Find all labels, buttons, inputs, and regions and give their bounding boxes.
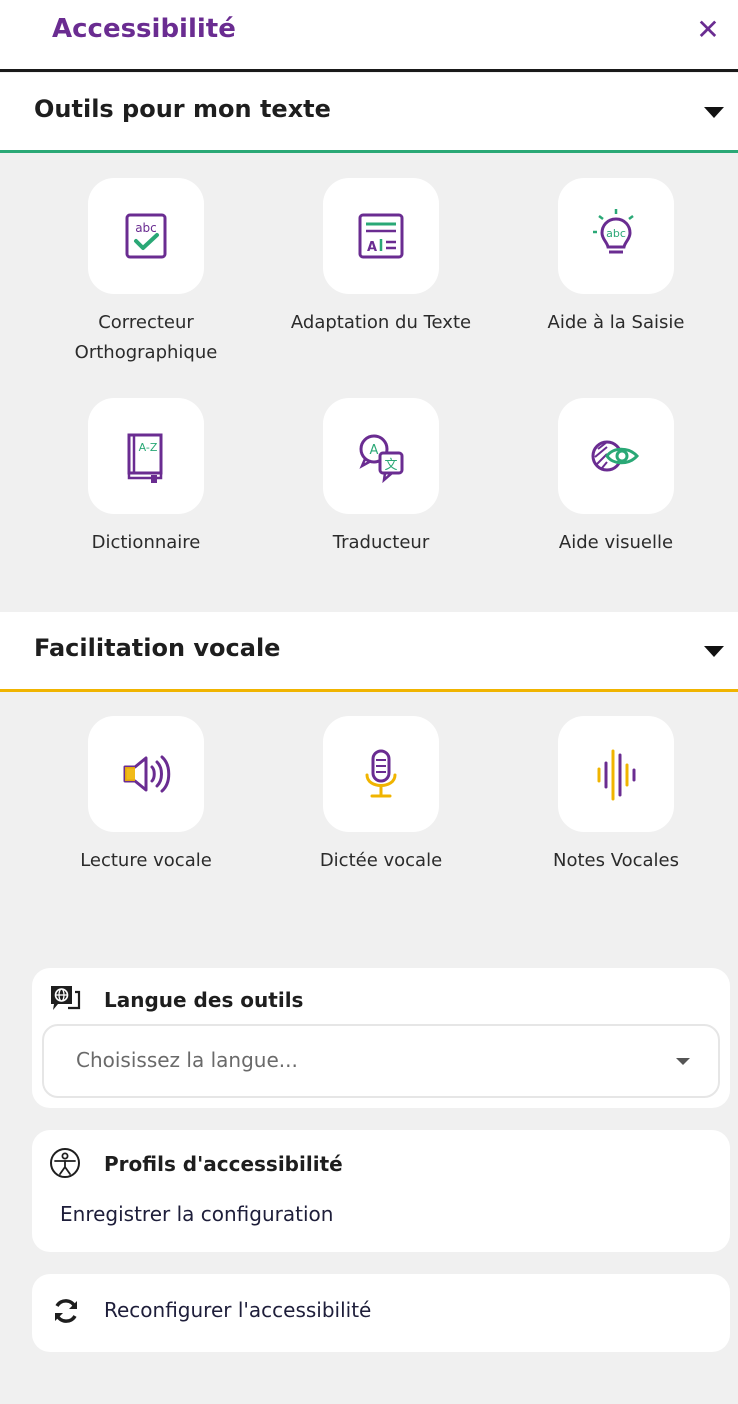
section-title: Facilitation vocale xyxy=(34,634,281,662)
visual-aid-tile[interactable] xyxy=(558,398,674,514)
waveform-icon xyxy=(597,749,636,801)
page-title: Accessibilité xyxy=(52,14,236,44)
text-adapt-tile[interactable]: A xyxy=(323,178,439,294)
tool-label: Aide à la Saisie xyxy=(547,312,685,333)
dictionary-icon: A-Z xyxy=(127,433,163,483)
tool-dictation[interactable]: Dictée vocale xyxy=(268,716,494,926)
dictionary-tile[interactable]: A-Z xyxy=(88,398,204,514)
tool-label: Adaptation du Texte xyxy=(290,312,472,333)
svg-text:abc: abc xyxy=(606,227,626,240)
tool-input-help[interactable]: abc Aide à la Saisie xyxy=(503,178,729,388)
language-placeholder: Choisissez la langue... xyxy=(76,1048,298,1072)
profiles-title: Profils d'accessibilité xyxy=(104,1152,343,1176)
svg-text:A: A xyxy=(367,240,377,255)
close-button[interactable]: ✕ xyxy=(690,12,726,48)
tool-label: Dictée vocale xyxy=(319,850,443,871)
language-card: Langue des outils Choisissez la langue..… xyxy=(32,968,730,1108)
spellcheck-tile[interactable]: abc xyxy=(88,178,204,294)
tool-visual-aid[interactable]: Aide visuelle xyxy=(503,398,729,608)
tool-read-aloud[interactable]: Lecture vocale xyxy=(33,716,259,926)
tool-label: Dictionnaire xyxy=(91,532,201,553)
language-title: Langue des outils xyxy=(104,988,304,1012)
section-header-voice-tools[interactable]: Facilitation vocale xyxy=(0,612,738,692)
tool-voice-notes[interactable]: Notes Vocales xyxy=(503,716,729,926)
tool-label: Traducteur xyxy=(332,532,430,553)
save-configuration-link[interactable]: Enregistrer la configuration xyxy=(60,1202,333,1226)
lightbulb-abc-tile[interactable]: abc xyxy=(558,178,674,294)
collapse-caret-icon[interactable] xyxy=(704,107,724,118)
text-adapt-icon: A xyxy=(358,213,404,259)
microphone-icon xyxy=(365,749,397,798)
language-select[interactable]: Choisissez la langue... xyxy=(42,1024,720,1098)
accessibility-person-icon xyxy=(50,1148,80,1178)
lightbulb-abc-icon: abc xyxy=(593,209,634,254)
speaker-icon xyxy=(123,755,171,793)
microphone-tile[interactable] xyxy=(323,716,439,832)
waveform-tile[interactable] xyxy=(558,716,674,832)
tool-label: Correcteur Orthographique xyxy=(74,312,218,363)
tool-label: Lecture vocale xyxy=(80,850,212,871)
section-title: Outils pour mon texte xyxy=(34,95,331,123)
svg-text:abc: abc xyxy=(135,221,157,235)
refresh-icon xyxy=(55,1299,77,1323)
reset-accessibility-button[interactable]: Reconfigurer l'accessibilité xyxy=(32,1274,730,1352)
title-bar: Accessibilité ✕ xyxy=(0,0,738,72)
section-header-text-tools[interactable]: Outils pour mon texte xyxy=(0,73,738,153)
visual-aid-icon xyxy=(591,440,640,472)
svg-text:文: 文 xyxy=(384,458,397,473)
translate-tile[interactable]: A 文 xyxy=(323,398,439,514)
tool-label: Aide visuelle xyxy=(558,532,674,553)
collapse-caret-icon[interactable] xyxy=(704,646,724,657)
tool-label: Notes Vocales xyxy=(552,850,680,871)
tool-dictionary[interactable]: A-Z Dictionnaire xyxy=(33,398,259,608)
tool-translator[interactable]: A 文 Traducteur xyxy=(268,398,494,608)
speaker-tile[interactable] xyxy=(88,716,204,832)
svg-text:A: A xyxy=(370,443,379,458)
svg-text:A-Z: A-Z xyxy=(139,441,158,454)
tool-text-adaptation[interactable]: A Adaptation du Texte xyxy=(268,178,494,388)
tool-spellcheck[interactable]: abc Correcteur Orthographique xyxy=(33,178,259,388)
profiles-card: Profils d'accessibilité Enregistrer la c… xyxy=(32,1130,730,1252)
reset-label: Reconfigurer l'accessibilité xyxy=(104,1298,372,1322)
language-bubble-icon xyxy=(51,986,81,1010)
spellcheck-icon: abc xyxy=(125,213,167,259)
chevron-down-icon xyxy=(676,1058,690,1065)
translate-icon: A 文 xyxy=(359,434,404,484)
